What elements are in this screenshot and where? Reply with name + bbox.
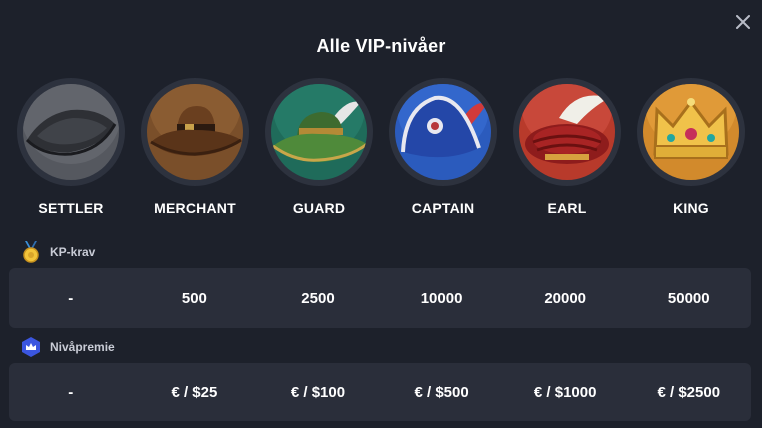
guard-hat-icon — [271, 84, 367, 180]
level-name: SETTLER — [38, 200, 104, 216]
close-icon — [736, 15, 750, 29]
modal-title: Alle VIP-nivåer — [316, 36, 446, 56]
level-name: EARL — [547, 200, 587, 216]
level-badge — [389, 78, 497, 186]
crown-badge-icon — [20, 336, 42, 358]
section-title: Nivåpremie — [50, 340, 115, 354]
kp-requirement-label: KP-krav — [20, 241, 95, 263]
level-name: CAPTAIN — [411, 200, 475, 216]
kp-value-earl: 20000 — [544, 289, 587, 307]
level-bonus-label: Nivåpremie — [20, 336, 115, 358]
level-king: KING — [629, 78, 753, 216]
medal-icon — [20, 241, 42, 263]
level-name: MERCHANT — [154, 200, 236, 216]
bonus-value-earl: € / $1000 — [533, 383, 597, 401]
bonus-value-merchant: € / $25 — [171, 383, 218, 401]
close-button[interactable] — [732, 11, 754, 33]
kp-value-guard: 2500 — [301, 289, 335, 307]
kp-value-captain: 10000 — [420, 289, 463, 307]
level-name: KING — [673, 200, 709, 216]
level-bonus-row: - € / $25 € / $100 € / $500 € / $1000 € … — [9, 363, 751, 421]
bonus-value-settler: - — [68, 383, 74, 401]
kp-requirement-row: - 500 2500 10000 20000 50000 — [9, 268, 751, 328]
level-badge — [265, 78, 373, 186]
level-badge — [141, 78, 249, 186]
kp-value-merchant: 500 — [181, 289, 207, 307]
king-crown-icon — [643, 84, 739, 180]
merchant-hat-icon — [147, 84, 243, 180]
kp-value-settler: - — [68, 289, 74, 307]
earl-hat-icon — [519, 84, 615, 180]
level-badge — [637, 78, 745, 186]
captain-hat-icon — [395, 84, 491, 180]
level-badge — [513, 78, 621, 186]
level-earl: EARL — [505, 78, 629, 216]
level-name: GUARD — [292, 200, 346, 216]
bonus-value-captain: € / $500 — [414, 383, 469, 401]
level-settler: SETTLER — [9, 78, 133, 216]
section-title: KP-krav — [50, 245, 96, 259]
bonus-value-guard: € / $100 — [290, 383, 346, 401]
bonus-value-king: € / $2500 — [657, 383, 721, 401]
level-guard: GUARD — [257, 78, 381, 216]
level-captain: CAPTAIN — [381, 78, 505, 216]
vip-levels: SETTLER MERCHANT GUARD CAPTAIN EARL KING — [9, 78, 753, 216]
kp-value-king: 50000 — [667, 289, 710, 307]
vip-levels-modal: Alle VIP-nivåer SETTLER MERCHANT GUARD C… — [0, 0, 762, 428]
settler-hat-icon — [23, 84, 119, 180]
level-badge — [17, 78, 125, 186]
level-merchant: MERCHANT — [133, 78, 257, 216]
